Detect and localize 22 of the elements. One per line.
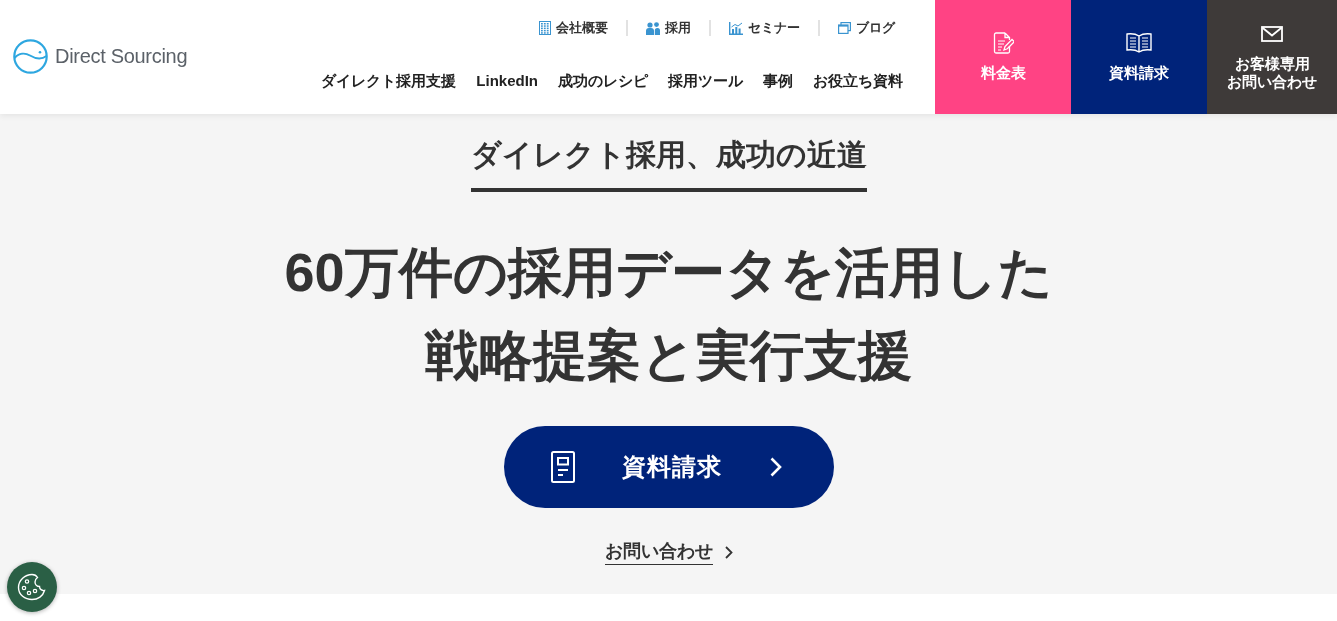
request-materials-button[interactable]: 資料請求 [503, 426, 834, 508]
nav-link[interactable]: 成功のレシピ [558, 70, 648, 92]
hero-heading: 60万件の採用データを活用した 戦略提案と実行支援 [284, 241, 1053, 387]
utility-link[interactable]: ブログ [838, 17, 895, 39]
utility-link[interactable]: セミナー [729, 17, 800, 39]
chevron-right-icon [769, 457, 782, 477]
nav-link[interactable]: ダイレクト採用支援 [321, 70, 457, 92]
utility-link[interactable]: 採用 [646, 17, 691, 39]
nav-link[interactable]: 採用ツール [668, 70, 743, 92]
home-logo-link[interactable]: Direct Sourcing [0, 38, 188, 74]
cookie-icon [17, 573, 47, 601]
utility-link[interactable]: 会社概要 [539, 17, 608, 39]
nav-link[interactable]: お役立ち資料 [813, 70, 903, 92]
tagline-heading: ダイレクト採用、成功の近道 [470, 134, 867, 192]
logo-icon [13, 38, 48, 74]
contact-link[interactable]: お問い合わせ [604, 539, 733, 565]
nav-link[interactable]: 事例 [763, 70, 793, 92]
nav-link[interactable]: LinkedIn [476, 70, 538, 92]
document-icon [550, 451, 575, 483]
chevron-right-icon [724, 545, 733, 559]
cookie-settings-button[interactable] [7, 562, 57, 612]
envelope-icon [1261, 26, 1283, 42]
